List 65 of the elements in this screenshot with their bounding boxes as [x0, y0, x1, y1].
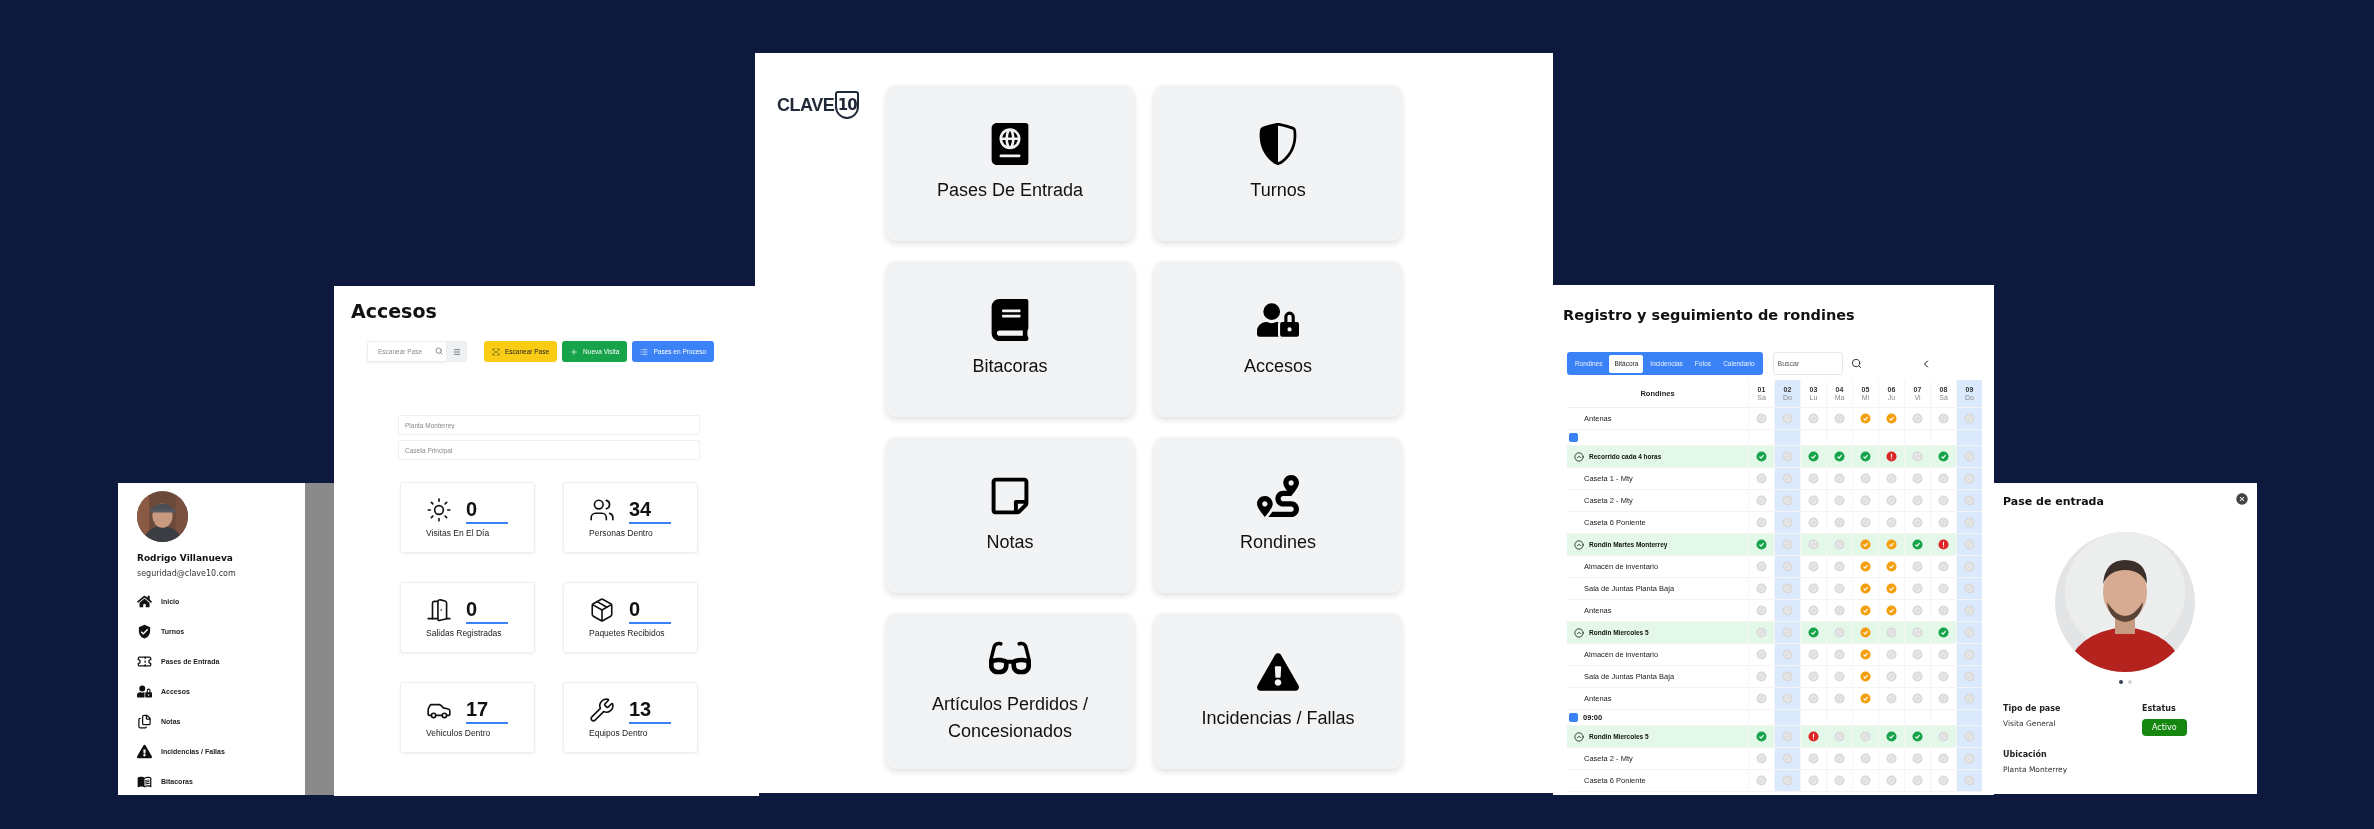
- status-badge: Activo: [2142, 719, 2187, 736]
- book-icon: [989, 298, 1031, 341]
- sun-icon: [426, 497, 452, 523]
- package-icon: [589, 597, 615, 623]
- stat-value: 34: [629, 496, 671, 524]
- user-name: Rodrigo Villanueva: [137, 553, 234, 563]
- carousel-dot[interactable]: [2127, 680, 2132, 684]
- files-icon: [137, 714, 152, 729]
- user-lock-icon: [137, 684, 152, 699]
- stat-value: 0: [629, 596, 671, 624]
- module-tile[interactable]: Accesos: [1154, 261, 1402, 417]
- module-tile[interactable]: Pases De Entrada: [886, 85, 1134, 241]
- scan-icon: [492, 347, 500, 356]
- search-icon[interactable]: [1850, 358, 1862, 369]
- time-marker-icon[interactable]: [1569, 713, 1578, 722]
- route-icon: [1257, 474, 1299, 517]
- chevron-up-icon[interactable]: [1574, 731, 1584, 742]
- wrench-icon: [589, 697, 615, 723]
- close-icon: [2235, 492, 2249, 506]
- chevron-up-icon[interactable]: [1574, 627, 1584, 638]
- stat-label: Vehiculos Dentro: [426, 728, 492, 738]
- stat-value: 0: [466, 596, 508, 624]
- stat-value: 0: [466, 496, 508, 524]
- module-tile[interactable]: Rondines: [1154, 437, 1402, 593]
- field-label: Ubicación: [2003, 750, 2047, 759]
- stat-label: Equipos Dentro: [589, 728, 649, 738]
- field-label: Estatus: [2142, 704, 2176, 713]
- list-icon: [640, 347, 649, 356]
- plus-icon: [570, 347, 579, 356]
- stat-label: Paquetes Recibidos: [589, 628, 666, 638]
- close-button[interactable]: [2235, 492, 2249, 506]
- dialog-title: Pase de entrada: [2003, 495, 2104, 508]
- module-tile[interactable]: Turnos: [1154, 85, 1402, 241]
- module-tile[interactable]: Bitacoras: [886, 261, 1134, 417]
- carousel-dot[interactable]: [2118, 680, 2123, 684]
- menu-icon: [452, 347, 461, 356]
- menu-button[interactable]: [447, 341, 467, 362]
- search-icon: [435, 347, 443, 355]
- chevron-up-icon[interactable]: [1574, 451, 1584, 462]
- field-label: Tipo de pase: [2003, 704, 2061, 713]
- page-title: Accesos: [351, 300, 438, 322]
- module-tile[interactable]: Artículos Perdidos / Concesionados: [886, 613, 1134, 769]
- ticket-icon: [137, 654, 152, 669]
- chevron-up-icon[interactable]: [1574, 539, 1584, 550]
- module-tile[interactable]: Incidencias / Fallas: [1154, 613, 1402, 769]
- stat-label: Visitas En El Día: [426, 528, 491, 538]
- passport-icon: [989, 122, 1031, 165]
- book-icon: [137, 774, 152, 789]
- page-title: Registro y seguimiento de rondines: [1563, 307, 1856, 323]
- logo-wordmark: CLAVE: [777, 94, 835, 116]
- stat-value: 17: [466, 696, 508, 724]
- module-tile[interactable]: Notas: [886, 437, 1134, 593]
- door-icon: [426, 597, 452, 623]
- stat-label: Personas Dentro: [589, 528, 654, 538]
- time-marker-icon[interactable]: [1569, 433, 1578, 442]
- logo-shield: 10: [835, 91, 860, 119]
- people-icon: [589, 497, 615, 523]
- stat-label: Salidas Registradas: [426, 628, 503, 638]
- user-email: seguridad@clave10.com: [137, 569, 237, 578]
- shield-check-icon: [137, 624, 152, 639]
- home-icon: [137, 594, 152, 609]
- warning-icon: [137, 744, 152, 759]
- warning-icon: [1257, 650, 1299, 693]
- shield-icon: [1257, 122, 1299, 165]
- stat-value: 13: [629, 696, 671, 724]
